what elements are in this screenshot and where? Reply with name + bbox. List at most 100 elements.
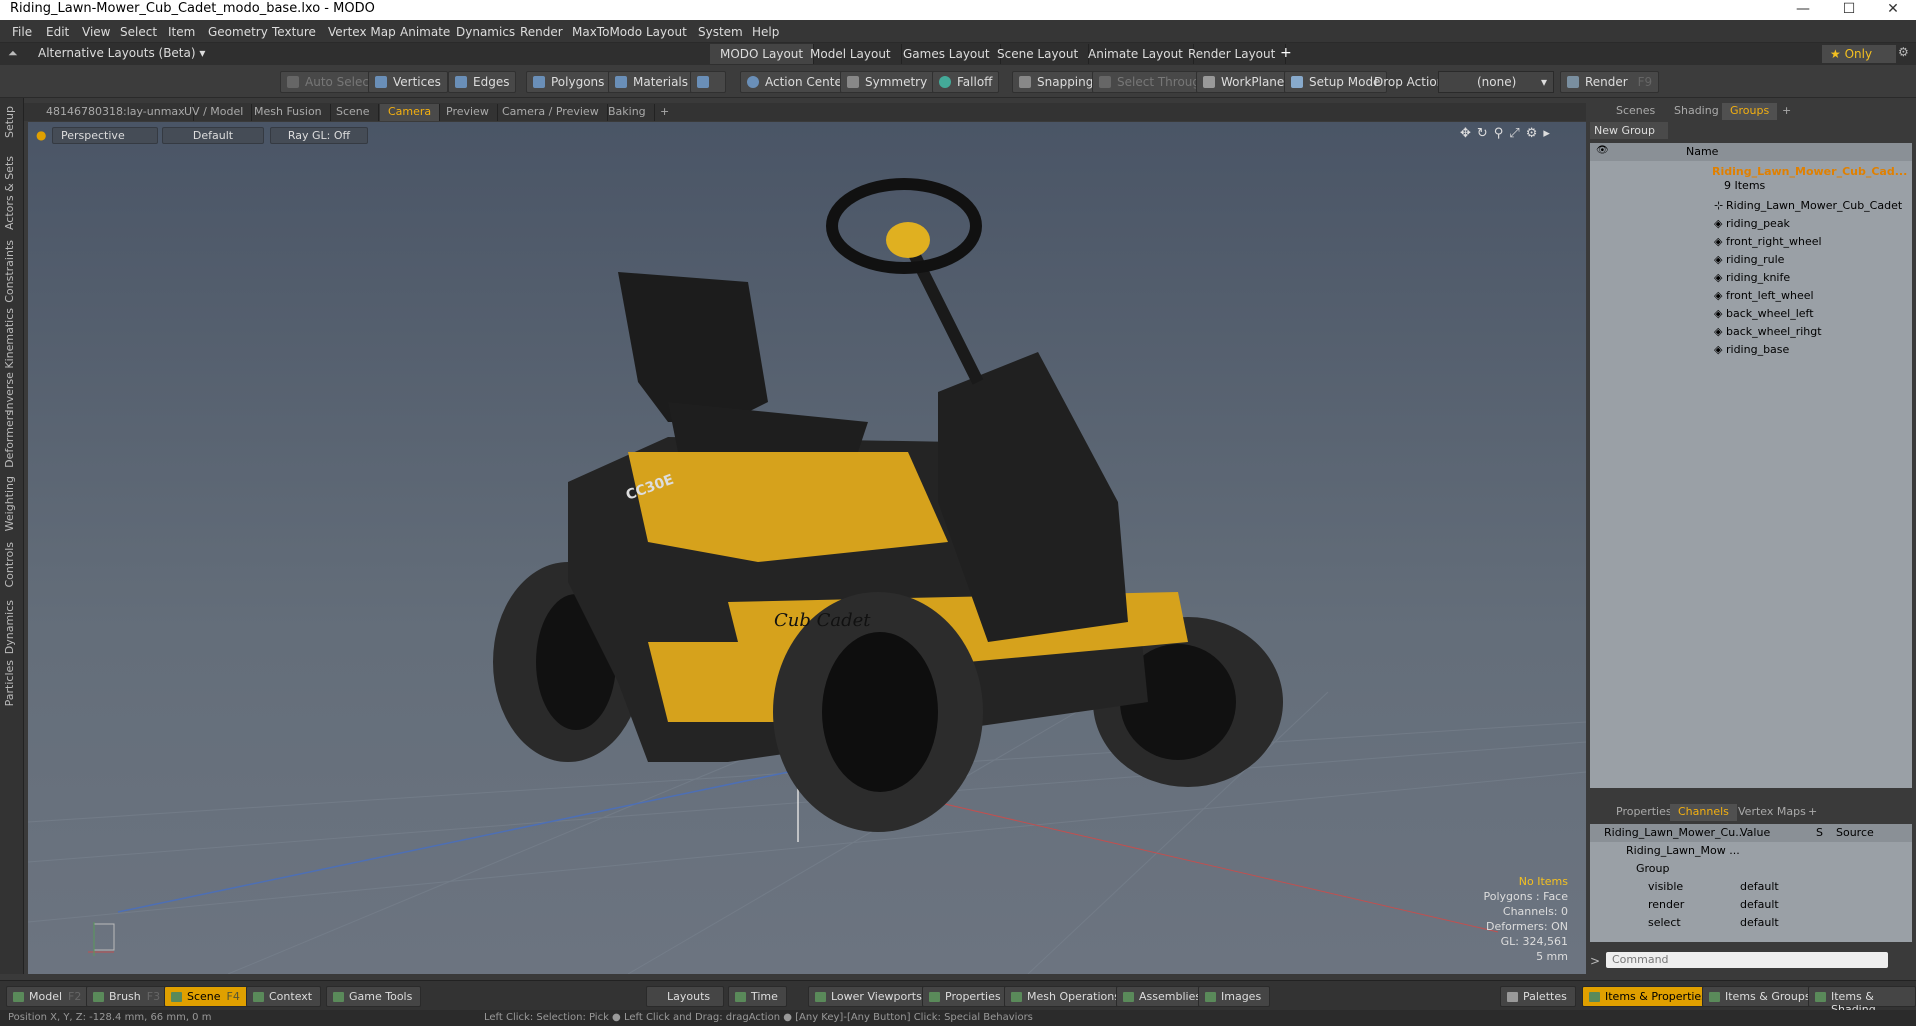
tab-controls[interactable]: Controls xyxy=(3,542,16,588)
maximize-button[interactable]: ☐ xyxy=(1826,0,1872,20)
tab-scene[interactable]: Scene xyxy=(328,104,379,121)
close-button[interactable]: ✕ xyxy=(1870,0,1916,20)
menu-file[interactable]: File xyxy=(12,25,32,39)
new-group-button[interactable]: New Group xyxy=(1590,122,1668,139)
tab-scene-layout[interactable]: Scene Layout xyxy=(987,44,1090,64)
tab-constraints[interactable]: Constraints xyxy=(3,240,16,303)
add-props-tab-button[interactable]: + xyxy=(1800,804,1825,821)
command-input[interactable]: Command xyxy=(1606,952,1888,968)
vertices-button[interactable]: Vertices xyxy=(368,71,448,93)
minimize-button[interactable]: — xyxy=(1780,0,1826,20)
list-item[interactable]: ◈ front_left_wheel xyxy=(1590,287,1912,305)
list-item[interactable]: ◈ front_right_wheel xyxy=(1590,233,1912,251)
menu-select[interactable]: Select xyxy=(120,25,157,39)
tab-lay-unmax[interactable]: 48146780318:lay-unmax xyxy=(38,104,194,121)
tab-shading[interactable]: Shading xyxy=(1666,103,1727,120)
tab-modo-layout[interactable]: MODO Layout xyxy=(710,44,815,64)
menu-item[interactable]: Item xyxy=(168,25,195,39)
tab-scenes[interactable]: Scenes xyxy=(1608,103,1663,120)
snapping-button[interactable]: Snapping xyxy=(1012,71,1101,93)
menu-help[interactable]: Help xyxy=(752,25,779,39)
table-row[interactable]: Riding_Lawn_Mow ... xyxy=(1590,842,1912,860)
symmetry-button[interactable]: Symmetry xyxy=(840,71,935,93)
tab-groups[interactable]: Groups xyxy=(1722,103,1778,120)
images-button[interactable]: Images xyxy=(1198,986,1271,1007)
add-panel-tab-button[interactable]: + xyxy=(1774,103,1799,120)
workplane-button[interactable]: WorkPlane xyxy=(1196,71,1292,93)
context-button[interactable]: Context xyxy=(246,986,322,1007)
tab-channels[interactable]: Channels xyxy=(1670,804,1737,821)
tab-actors-sets[interactable]: Actors & Sets xyxy=(3,156,16,230)
menu-maxtomodo[interactable]: MaxToModo xyxy=(572,25,642,39)
list-item[interactable]: ◈ riding_rule xyxy=(1590,251,1912,269)
tab-preview[interactable]: Preview xyxy=(438,104,498,121)
items-properties-button[interactable]: Items & Properties xyxy=(1582,986,1716,1007)
falloff-button[interactable]: Falloff xyxy=(932,71,1000,93)
alternative-layouts-dropdown[interactable]: Alternative Layouts (Beta) ▾ xyxy=(38,46,205,60)
list-item[interactable]: ⊹ Riding_Lawn_Mower_Cub_Cadet xyxy=(1590,197,1912,215)
transform-icons[interactable] xyxy=(690,71,726,93)
tab-animate-layout[interactable]: Animate Layout xyxy=(1078,44,1194,64)
drop-action-select[interactable]: (none) ▾ xyxy=(1438,71,1554,93)
eye-icon[interactable]: 👁 xyxy=(1596,145,1609,156)
tab-weighting[interactable]: Weighting xyxy=(3,476,16,531)
list-item[interactable]: ◈ back_wheel_left xyxy=(1590,305,1912,323)
tab-camera-preview[interactable]: Camera / Preview xyxy=(494,104,608,121)
menu-view[interactable]: View xyxy=(82,25,110,39)
brush-mode-button[interactable]: Brush F3 xyxy=(86,986,170,1007)
items-shading-button[interactable]: Items & Shading xyxy=(1808,986,1916,1016)
menu-vertex-map[interactable]: Vertex Map xyxy=(328,25,396,39)
tab-uv-model[interactable]: UV / Model xyxy=(176,104,253,121)
list-item[interactable]: ◈ riding_base xyxy=(1590,341,1912,359)
table-row[interactable]: Group xyxy=(1590,860,1912,878)
render-button[interactable]: Render F9 xyxy=(1560,71,1660,93)
action-center-button[interactable]: Action Center xyxy=(740,71,854,93)
tab-particles[interactable]: Particles xyxy=(3,660,16,706)
materials-button[interactable]: Materials xyxy=(608,71,696,93)
gear-icon[interactable]: ⚙ xyxy=(1898,45,1909,59)
layouts-icon[interactable]: ⏶ xyxy=(8,46,18,61)
polygons-button[interactable]: Polygons xyxy=(526,71,612,93)
mesh-operations-button[interactable]: Mesh Operations xyxy=(1004,986,1129,1007)
tab-setup[interactable]: Setup xyxy=(3,106,16,138)
list-item[interactable]: ◈ riding_peak xyxy=(1590,215,1912,233)
table-row[interactable]: select default xyxy=(1590,914,1912,932)
auto-select-button[interactable]: Auto Select xyxy=(280,71,381,93)
game-tools-button[interactable]: Game Tools xyxy=(326,986,422,1007)
menu-render[interactable]: Render xyxy=(520,25,563,39)
table-row[interactable]: render default xyxy=(1590,896,1912,914)
menu-dynamics[interactable]: Dynamics xyxy=(456,25,515,39)
menu-geometry[interactable]: Geometry xyxy=(208,25,268,39)
tab-deformers[interactable]: Deformers xyxy=(3,410,16,468)
table-row[interactable]: visible default xyxy=(1590,878,1912,896)
channel-value-dropdown[interactable]: default xyxy=(1740,916,1779,929)
channel-value-dropdown[interactable]: default xyxy=(1740,898,1779,911)
tab-render-layout[interactable]: Render Layout xyxy=(1178,44,1287,64)
properties-button[interactable]: Properties xyxy=(922,986,1010,1007)
assemblies-button[interactable]: Assemblies xyxy=(1116,986,1211,1007)
palettes-button[interactable]: Palettes xyxy=(1500,986,1576,1007)
menu-animate[interactable]: Animate xyxy=(400,25,450,39)
tab-camera[interactable]: Camera xyxy=(380,104,441,121)
add-layout-button[interactable]: + xyxy=(1280,45,1292,61)
lower-viewports-button[interactable]: Lower Viewports xyxy=(808,986,931,1007)
list-item[interactable]: ◈ riding_knife xyxy=(1590,269,1912,287)
channel-value-dropdown[interactable]: default xyxy=(1740,880,1779,893)
tab-mesh-fusion[interactable]: Mesh Fusion xyxy=(246,104,331,121)
model-mode-button[interactable]: Model F2 xyxy=(6,986,91,1007)
time-button[interactable]: Time xyxy=(728,986,787,1007)
layouts-button[interactable]: Layouts xyxy=(646,986,724,1007)
tab-model-layout[interactable]: Model Layout xyxy=(800,44,902,64)
menu-system[interactable]: System xyxy=(698,25,743,39)
tab-properties[interactable]: Properties xyxy=(1608,804,1680,821)
menu-edit[interactable]: Edit xyxy=(46,25,69,39)
add-viewport-tab-button[interactable]: + xyxy=(652,104,677,121)
menu-texture[interactable]: Texture xyxy=(272,25,316,39)
items-groups-button[interactable]: Items & Groups xyxy=(1702,986,1820,1007)
only-toggle[interactable]: ★ Only xyxy=(1822,45,1896,63)
tab-baking[interactable]: Baking xyxy=(600,104,655,121)
lawn-mower-model[interactable]: Cub Cadet CC30E xyxy=(493,178,1283,832)
scene-mode-button[interactable]: Scene F4 xyxy=(164,986,249,1007)
tab-games-layout[interactable]: Games Layout xyxy=(893,44,1001,64)
edges-button[interactable]: Edges xyxy=(448,71,517,93)
